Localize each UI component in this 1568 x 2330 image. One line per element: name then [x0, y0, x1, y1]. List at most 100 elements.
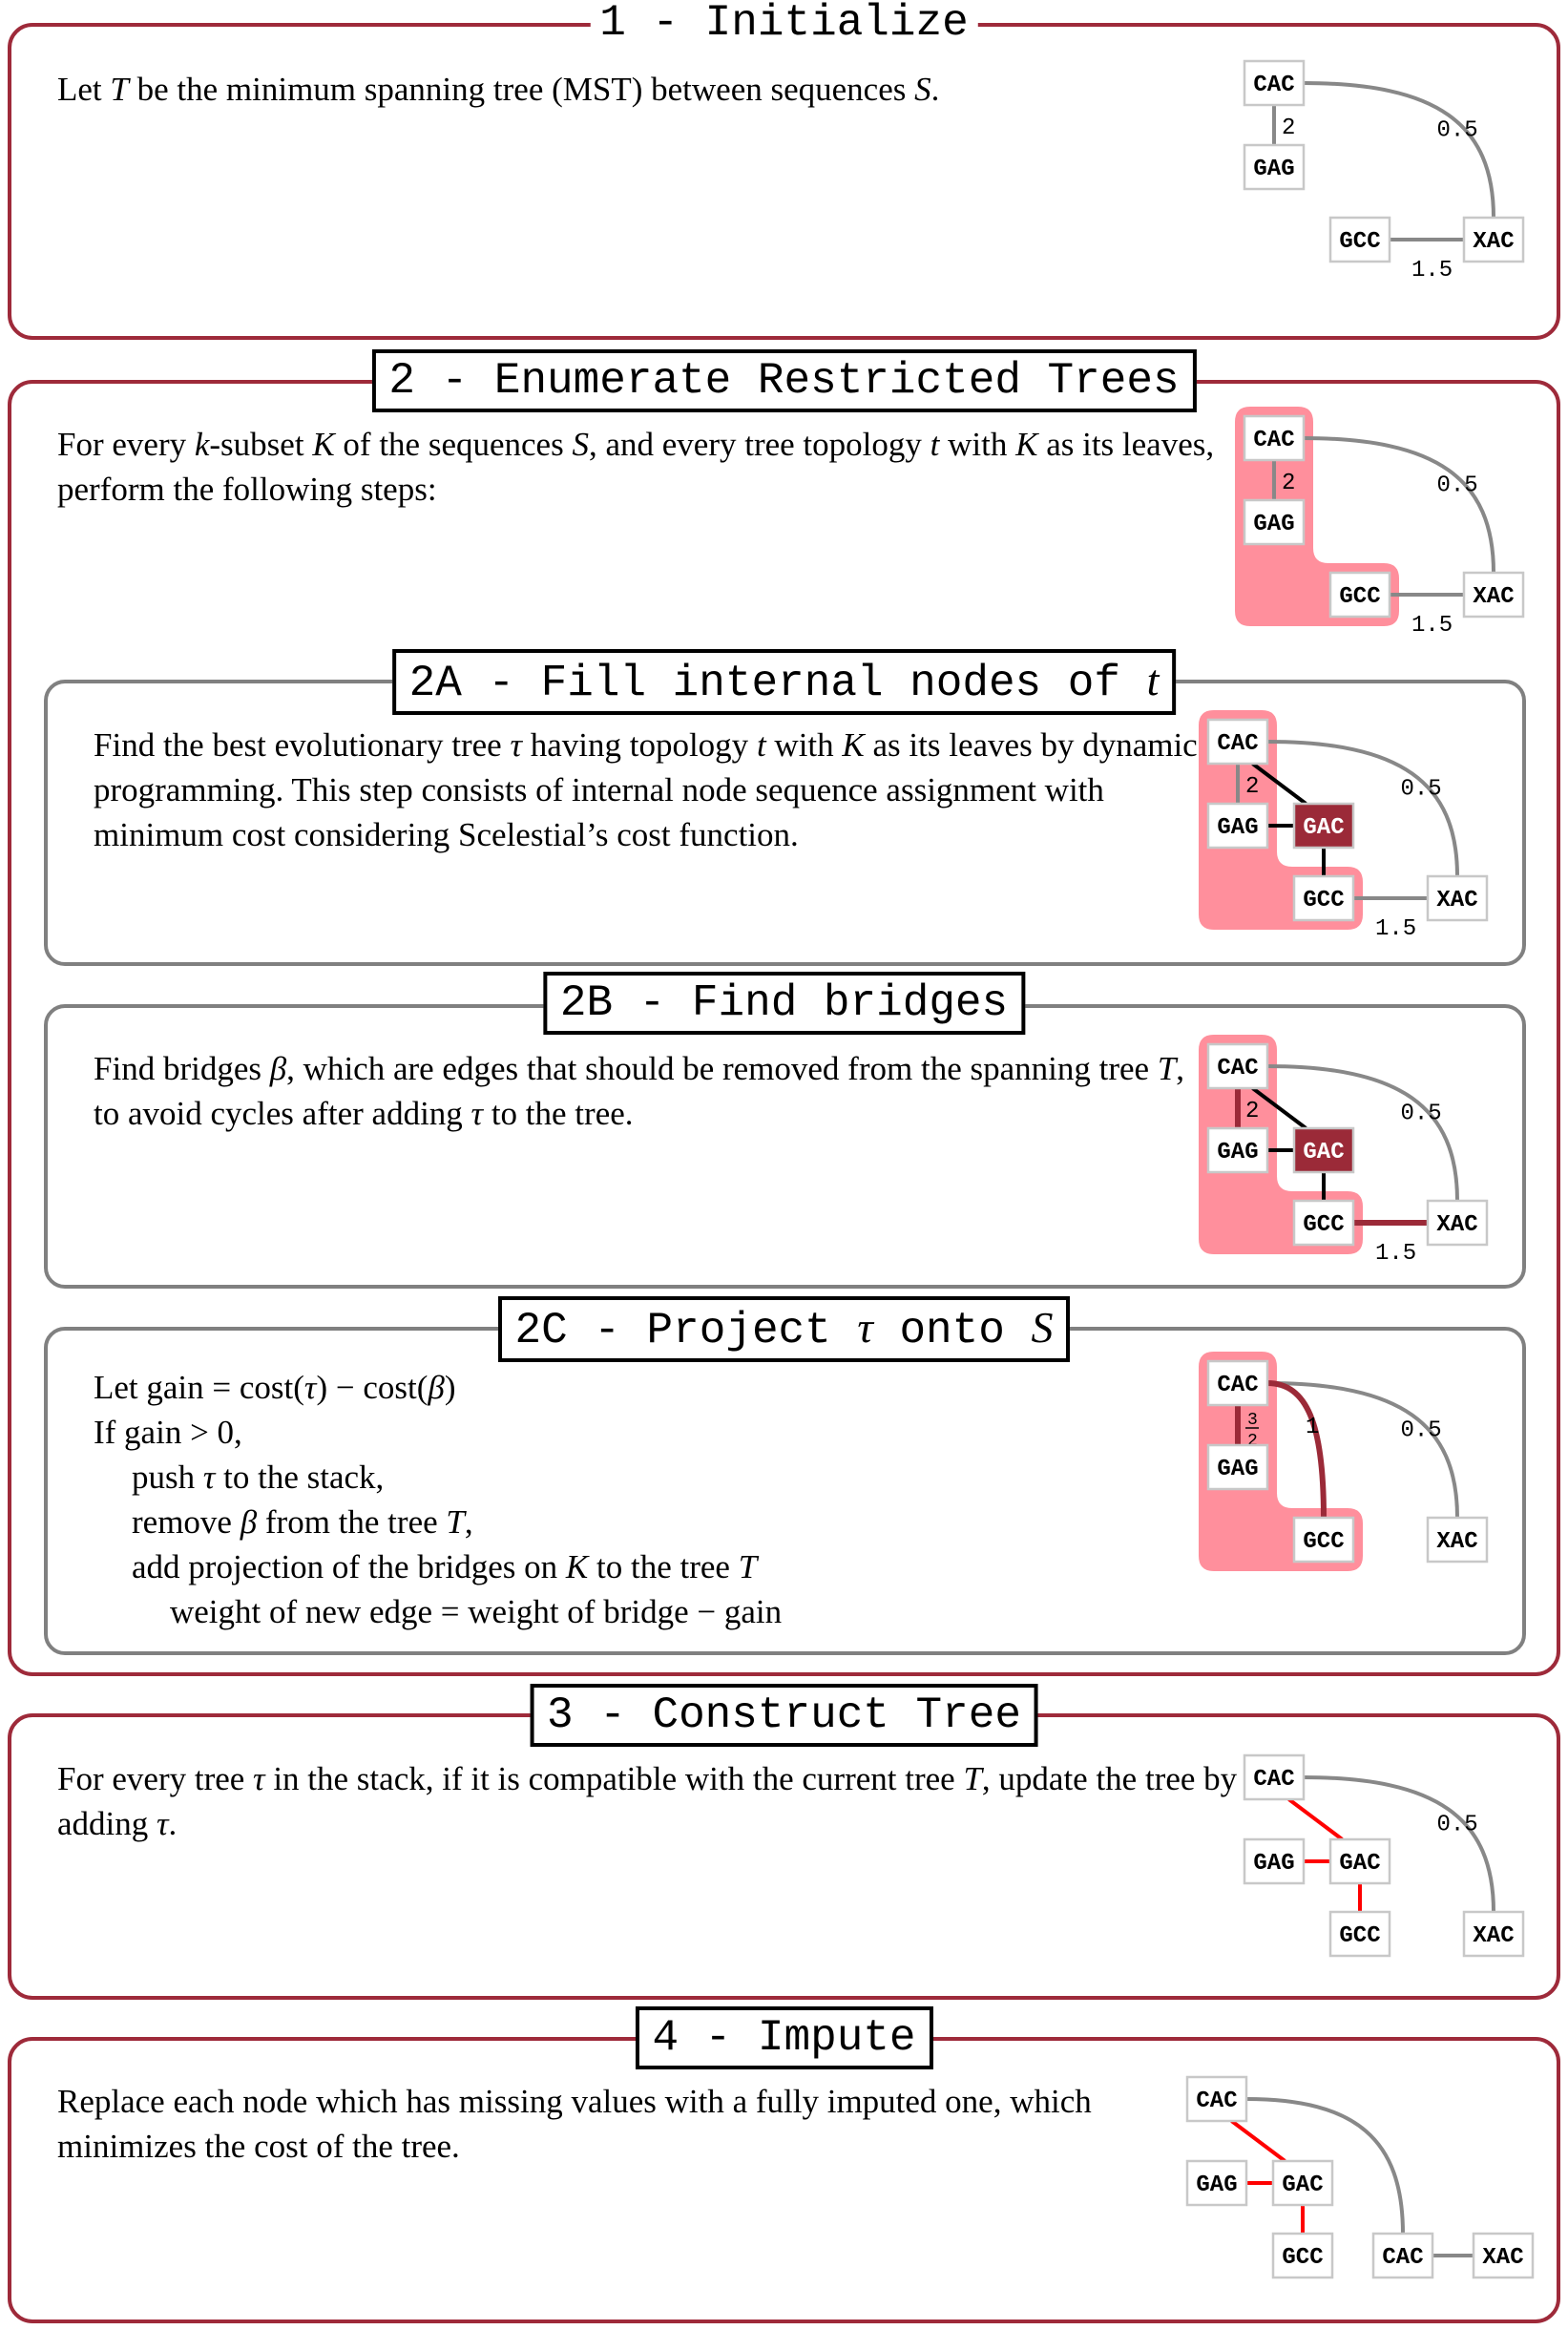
tree-edge [1303, 436, 1495, 574]
sequence-node-cac: CAC [1243, 414, 1306, 462]
text-run: weight of new edge = weight of bridge − … [170, 1593, 783, 1630]
sequence-node-gag: GAG [1206, 802, 1269, 850]
math-symbol: T [738, 1548, 758, 1585]
svg-text:CAC: CAC [1217, 1056, 1258, 1081]
math-symbol: τ [470, 1095, 484, 1132]
sequence-node-gag: GAG [1206, 1126, 1269, 1174]
sequence-node-gac: GAC [1271, 2159, 1334, 2207]
algorithm-line: push τ to the stack, [94, 1455, 1191, 1500]
section-3-text: For every tree τ in the stack, if it is … [57, 1756, 1250, 1846]
math-symbol: τ [510, 726, 522, 764]
edge-weight-numerator: 3 [1247, 1411, 1258, 1430]
svg-text:GCC: GCC [1339, 1923, 1380, 1949]
sequence-node-gac: GAC [1328, 1837, 1391, 1885]
svg-text:XAC: XAC [1482, 2245, 1523, 2271]
text-run: remove [132, 1503, 240, 1541]
sequence-node-gac: GAC [1292, 802, 1355, 850]
sequence-node-cac: CAC [1185, 2075, 1248, 2123]
edge-weight-label: 2 [1282, 471, 1295, 496]
text-run: be the minimum spanning tree (MST) betwe… [128, 71, 915, 108]
math-symbol: β [240, 1503, 258, 1541]
svg-text:GAG: GAG [1196, 2173, 1237, 2198]
text-run: with [939, 426, 1016, 463]
text-run: Let [57, 71, 111, 108]
svg-text:GCC: GCC [1303, 1212, 1344, 1238]
math-symbol: K [842, 726, 865, 764]
svg-text:CAC: CAC [1382, 2245, 1423, 2271]
text-run: from the tree [257, 1503, 447, 1541]
section-4-title: 4 - Impute [635, 2006, 933, 2069]
math-symbol: K [565, 1548, 589, 1585]
tree-edge [1303, 81, 1495, 219]
sequence-node-gag: GAG [1243, 143, 1306, 191]
sequence-node-cac: CAC [1371, 2232, 1434, 2279]
algorithm-line: remove β from the tree T, [94, 1500, 1191, 1544]
math-symbol: T [1157, 1050, 1177, 1087]
math-symbol: τ [253, 1760, 265, 1797]
sequence-node-cac: CAC [1243, 1753, 1306, 1801]
sequence-node-gag: GAG [1243, 1837, 1306, 1885]
sequence-node-gcc: GCC [1292, 874, 1355, 922]
edge-weight-label: 2 [1245, 774, 1259, 800]
svg-text:CAC: CAC [1253, 428, 1294, 453]
sequence-node-gac: GAC [1292, 1126, 1355, 1174]
text-run: with [765, 726, 843, 764]
svg-text:GAC: GAC [1303, 1140, 1344, 1165]
text-run: , [464, 1503, 473, 1541]
section-2a-title: 2A - Fill internal nodes of t [391, 649, 1177, 715]
svg-text:GCC: GCC [1303, 1529, 1344, 1555]
math-symbol: T [446, 1503, 465, 1541]
section-1-text: Let T be the minimum spanning tree (MST)… [57, 67, 1202, 112]
section-2a-title-math: t [1146, 656, 1160, 704]
text-run: . [168, 1805, 178, 1842]
svg-text:GAG: GAG [1253, 1851, 1294, 1877]
section-2c-title-mid: onto [872, 1306, 1032, 1355]
diagram-enumerate: 2 0.5 1.5 CAC GAG GCC XAC [1235, 407, 1525, 639]
text-run: -subset [209, 426, 313, 463]
edge-weight-label: 2 [1282, 115, 1295, 141]
section-2b-text: Find bridges β, which are edges that sho… [94, 1046, 1210, 1136]
edge-weight-label: 1.5 [1411, 258, 1453, 283]
sequence-node-cac: CAC [1243, 59, 1306, 107]
edge-weight-label: 1.5 [1375, 916, 1416, 942]
text-run: Find the best evolutionary tree [94, 726, 511, 764]
sequence-node-gcc: GCC [1328, 216, 1391, 263]
edge-weight-label: 0.5 [1437, 472, 1478, 498]
edge-weight-label: 2 [1245, 1099, 1259, 1124]
svg-text:GCC: GCC [1339, 229, 1380, 255]
section-2a-title-text: 2A - Fill internal nodes of [408, 659, 1147, 708]
sequence-node-xac: XAC [1462, 216, 1525, 263]
diagram-construct: 0.5 CAC GAG GAC GCC XAC [1243, 1753, 1525, 1958]
svg-text:XAC: XAC [1473, 229, 1514, 255]
svg-text:XAC: XAC [1436, 888, 1477, 913]
text-run: Replace each node which has missing valu… [57, 2083, 1092, 2165]
svg-text:XAC: XAC [1473, 584, 1514, 610]
section-2b-title: 2B - Find bridges [542, 972, 1026, 1035]
text-run: to the tree. [483, 1095, 634, 1132]
math-symbol: T [963, 1760, 982, 1797]
section-1-title: 1 - Initialize [590, 0, 978, 49]
section-3-title: 3 - Construct Tree [530, 1684, 1038, 1747]
math-symbol: K [312, 426, 335, 463]
svg-text:GAG: GAG [1253, 512, 1294, 537]
svg-text:GCC: GCC [1339, 584, 1380, 610]
svg-text:GAC: GAC [1339, 1851, 1380, 1877]
math-symbol: T [110, 71, 129, 108]
edge-weight-label: 0.5 [1437, 117, 1478, 143]
text-run: For every [57, 426, 195, 463]
text-run: push [132, 1459, 203, 1496]
tree-edge [1266, 1381, 1459, 1519]
math-symbol: t [756, 726, 766, 764]
text-run: , which are edges that should be removed… [286, 1050, 1158, 1087]
svg-text:CAC: CAC [1217, 1373, 1258, 1398]
text-run: Let gain = cost( [94, 1369, 304, 1406]
section-4-text: Replace each node which has missing valu… [57, 2079, 1183, 2169]
sequence-node-xac: XAC [1426, 874, 1489, 922]
sequence-node-gcc: GCC [1292, 1199, 1355, 1247]
section-2c-title-prefix: 2C - Project [514, 1306, 858, 1355]
svg-text:GAC: GAC [1303, 815, 1344, 841]
text-run: , and every tree topology [588, 426, 930, 463]
svg-text:GCC: GCC [1303, 888, 1344, 913]
section-2-text: For every k-subset K of the sequences S,… [57, 422, 1250, 512]
math-symbol: t [930, 426, 940, 463]
